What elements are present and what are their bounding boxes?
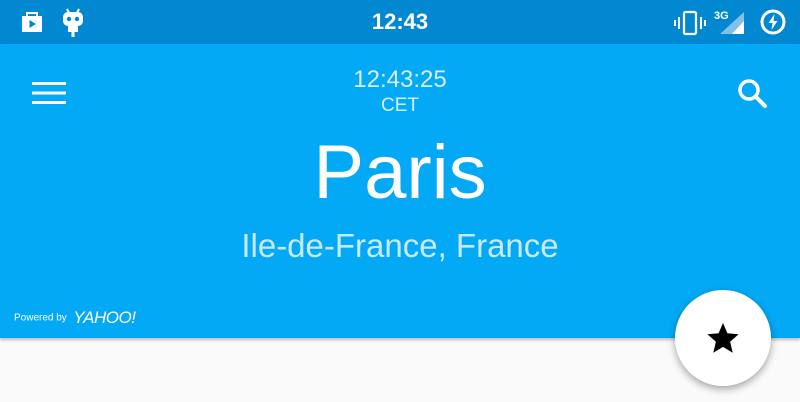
powered-by-label: Powered by — [14, 312, 67, 324]
region-name: Ile-de-France, France — [241, 227, 559, 264]
battery-saver-icon — [759, 8, 787, 40]
search-icon — [726, 79, 780, 121]
vibrate-icon — [674, 10, 706, 40]
yahoo-logo: YAHOO! — [73, 308, 136, 327]
signal-3g-icon: 3G — [712, 8, 746, 40]
favorite-fab-button[interactable] — [675, 290, 771, 386]
yahoo-attribution[interactable]: Powered by YAHOO! — [14, 308, 136, 328]
local-time: 12:43:25 — [353, 66, 447, 93]
status-bar: 12:43 3G — [0, 0, 800, 44]
search-button[interactable] — [726, 69, 780, 117]
city-name: Paris — [313, 130, 487, 215]
app-bar: 12:43:25 CET Paris Ile-de-France, France… — [0, 44, 800, 338]
timezone-label: CET — [381, 95, 419, 116]
network-type-label: 3G — [714, 10, 729, 22]
